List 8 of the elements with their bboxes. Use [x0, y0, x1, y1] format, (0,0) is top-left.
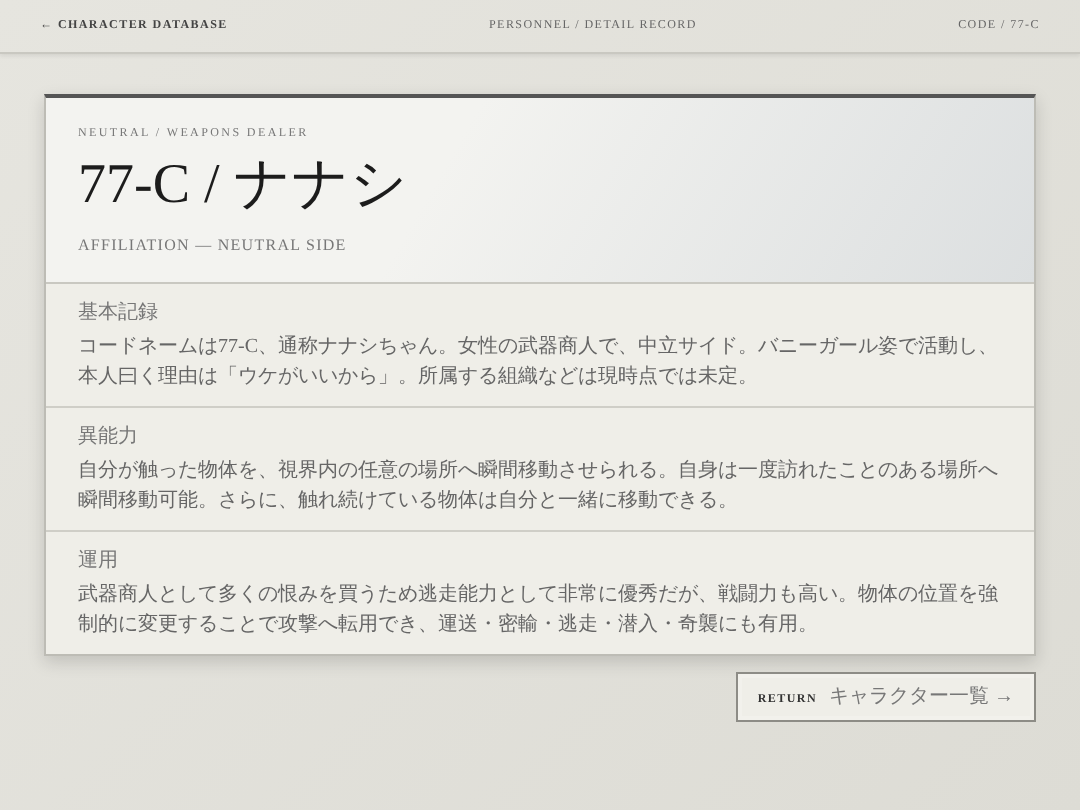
section-label: 基本記録	[78, 299, 160, 328]
section-label: 異能力	[78, 423, 140, 452]
section-text: 武器商人として多くの恨みを買うため逃走能力として非常に優秀だが、戦闘力も高い。物体の位置を強制的に変更することで攻撃へ転用でき、運送・密輸・逃走・潜入・奇襲にも有用。	[78, 581, 1000, 640]
section-label: 運用	[78, 547, 120, 576]
section-text: コードネームは77-C、通称ナナシちゃん。女性の武器商人で、中立サイド。バニーガール姿で活動し、本人曰く理由は「ウケがいいから」。所属する組織などは現時点では未定。	[78, 333, 1000, 392]
section-text: 自分が触った物体を、視界内の任意の場所へ瞬間移動させられる。自身は一度訪れたことのある場所へ瞬間移動可能。さらに、触れ続けている物体は自分と一緒に移動できる。	[78, 457, 1000, 516]
character-name: 77-C / ナナシ	[78, 156, 410, 218]
affiliation-label: AFFILIATION — NEUTRAL SIDE	[78, 233, 349, 258]
